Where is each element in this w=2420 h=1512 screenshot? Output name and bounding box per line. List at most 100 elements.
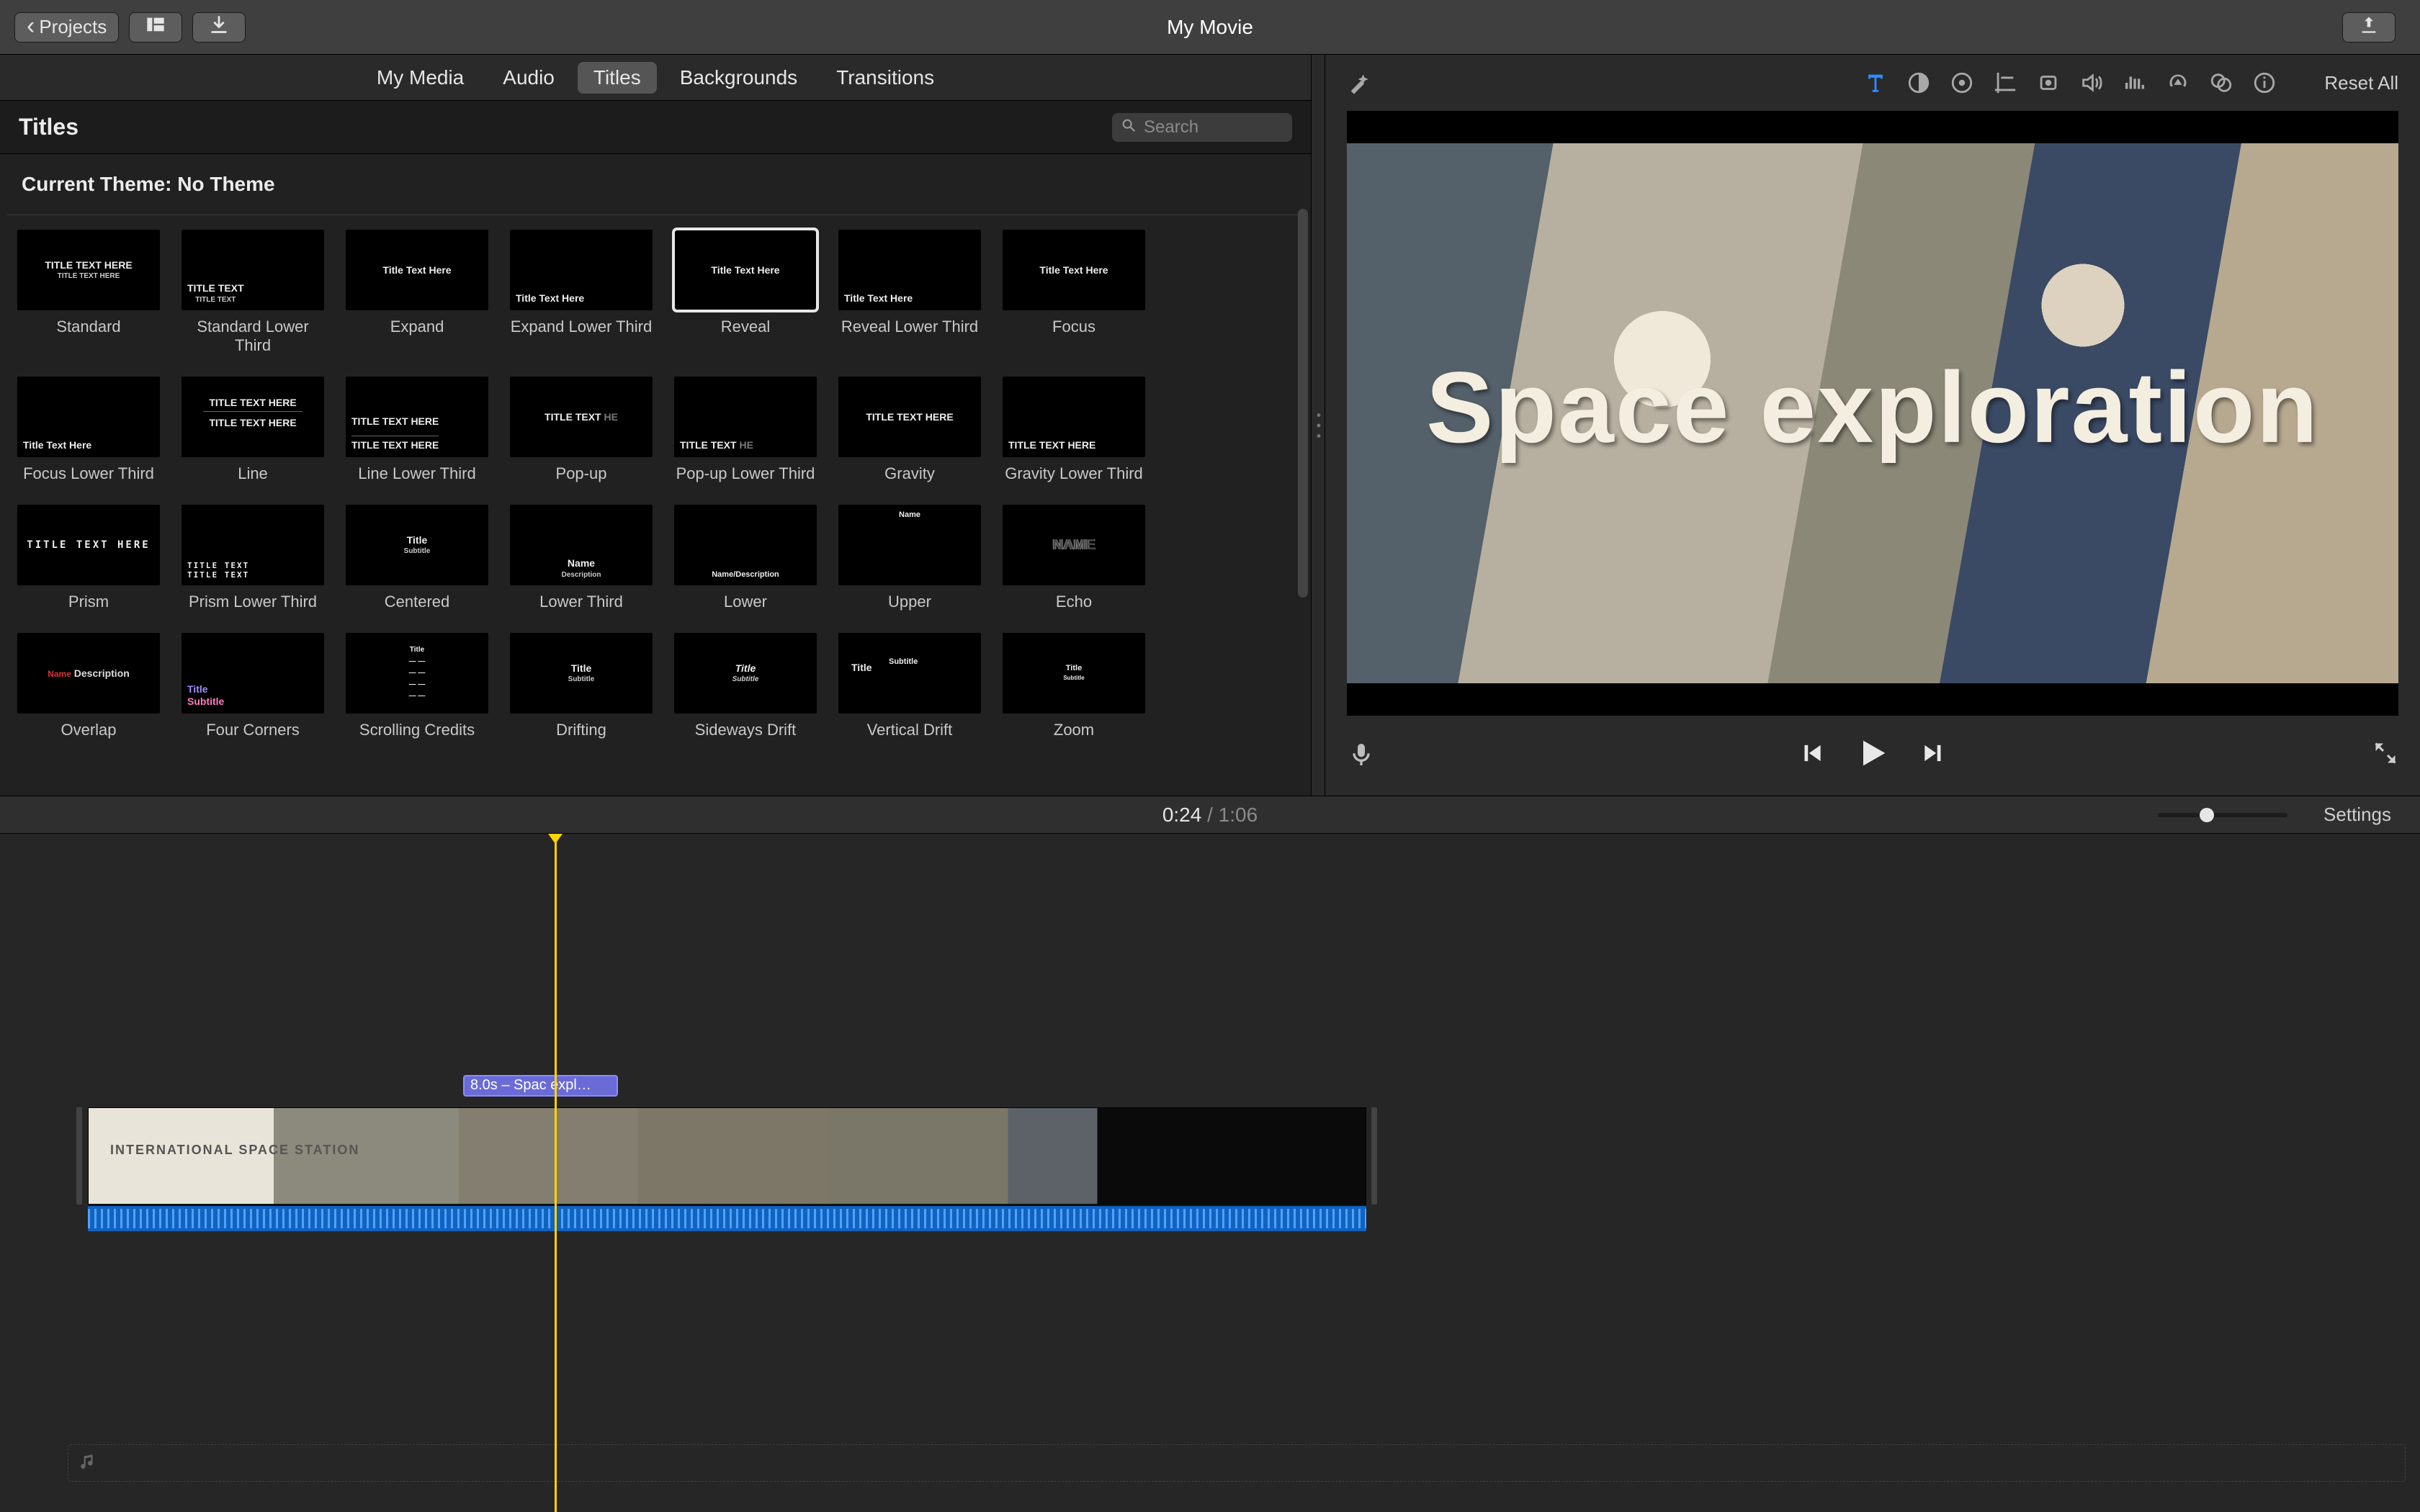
title-item-prism-lower-third[interactable]: TITLE TEXTTITLE TEXT Prism Lower Third <box>182 505 324 611</box>
enhance-wand-button[interactable] <box>1347 71 1371 95</box>
titles-grid: TITLE TEXT HERETITLE TEXT HERE Standard … <box>0 222 1311 747</box>
clip-trim-right[interactable] <box>1371 1107 1377 1205</box>
title-item-popup-lower-third[interactable]: TITLE TEXT HE Pop-up Lower Third <box>674 377 817 483</box>
title-item-prism[interactable]: TITLE TEXT HERE Prism <box>17 505 160 611</box>
color-balance-button[interactable] <box>1906 71 1931 95</box>
share-button[interactable] <box>2342 12 2396 42</box>
title-item-lower-third[interactable]: NameDescription Lower Third <box>510 505 653 611</box>
library-search-input[interactable] <box>1144 117 1367 138</box>
next-frame-button[interactable] <box>1920 739 1948 770</box>
voiceover-button[interactable] <box>1347 740 1376 769</box>
title-item-vertical-drift[interactable]: TitleSubtitle Vertical Drift <box>838 633 981 739</box>
library-section-title: Titles <box>19 114 79 140</box>
import-button[interactable] <box>192 12 246 42</box>
info-button[interactable] <box>2252 71 2277 95</box>
viewer-toolbar: Reset All <box>1325 55 2420 111</box>
library-layout-button[interactable] <box>129 12 182 42</box>
timeline-timecode: 0:24 / 1:06 <box>1162 804 1258 827</box>
title-item-drifting[interactable]: TitleSubtitle Drifting <box>510 633 653 739</box>
search-icon <box>1121 117 1137 137</box>
title-cap: Expand <box>346 318 488 336</box>
tab-audio[interactable]: Audio <box>487 62 570 94</box>
title-cap: Gravity <box>838 464 981 483</box>
library-layout-icon <box>145 14 166 40</box>
share-icon <box>2359 14 2379 40</box>
library-search[interactable] <box>1112 113 1292 142</box>
title-item-line[interactable]: TITLE TEXT HERETITLE TEXT HERE Line <box>182 377 324 483</box>
color-correction-button[interactable] <box>1950 71 1974 95</box>
zoom-slider-knob[interactable] <box>2200 808 2214 822</box>
title-cap: Vertical Drift <box>838 721 981 739</box>
projects-back-label: Projects <box>39 16 107 38</box>
title-item-popup[interactable]: TITLE TEXT HE Pop-up <box>510 377 653 483</box>
timecode-current: 0:24 <box>1162 804 1202 826</box>
title-cap: Upper <box>838 593 981 611</box>
title-item-standard-lower-third[interactable]: TITLE TEXTTITLE TEXT Standard Lower Thir… <box>182 230 324 355</box>
library-scrollbar[interactable] <box>1298 209 1308 598</box>
timeline-zoom: Settings <box>2158 804 2391 826</box>
title-item-focus[interactable]: Title Text Here Focus <box>1003 230 1145 355</box>
preview-title-text[interactable]: Space exploration <box>1426 349 2319 466</box>
splitter-handle-icon <box>1313 397 1325 454</box>
text-tool-button[interactable] <box>1863 71 1888 95</box>
title-item-gravity-lower-third[interactable]: TITLE TEXT HERE Gravity Lower Third <box>1003 377 1145 483</box>
library-tabs: My Media Audio Titles Backgrounds Transi… <box>0 55 1311 101</box>
music-note-icon <box>79 1452 97 1475</box>
timeline-settings-button[interactable]: Settings <box>2323 804 2391 826</box>
title-item-upper[interactable]: Name Upper <box>838 505 981 611</box>
title-item-scrolling-credits[interactable]: Title— —— —— —— — Scrolling Credits <box>346 633 488 739</box>
timeline[interactable]: 8.0s – Spac expl… <box>0 834 2420 1512</box>
title-cap: Standard <box>17 318 160 336</box>
title-item-four-corners[interactable]: TitleSubtitle Four Corners <box>182 633 324 739</box>
projects-back-button[interactable]: Projects <box>14 12 119 42</box>
title-item-reveal-lower-third[interactable]: Title Text Here Reveal Lower Third <box>838 230 981 355</box>
title-cap: Lower Third <box>510 593 653 611</box>
title-item-lower[interactable]: Name/Description Lower <box>674 505 817 611</box>
title-item-echo[interactable]: NAME Echo <box>1003 505 1145 611</box>
title-item-sideways-drift[interactable]: TitleSubtitle Sideways Drift <box>674 633 817 739</box>
crop-button[interactable] <box>1993 71 2017 95</box>
play-button[interactable] <box>1854 734 1891 775</box>
playhead[interactable] <box>555 841 557 1512</box>
title-item-reveal[interactable]: Title Text Here Reveal <box>674 230 817 355</box>
title-item-centered[interactable]: TitleSubtitle Centered <box>346 505 488 611</box>
title-item-overlap[interactable]: Name Description Overlap <box>17 633 160 739</box>
title-item-focus-lower-third[interactable]: Title Text Here Focus Lower Third <box>17 377 160 483</box>
fullscreen-button[interactable] <box>2372 740 2398 770</box>
volume-button[interactable] <box>2079 71 2104 95</box>
audio-clip[interactable] <box>88 1205 1366 1231</box>
panel-splitter[interactable] <box>1311 55 1325 796</box>
title-item-line-lower-third[interactable]: TITLE TEXT HERETITLE TEXT HERE Line Lowe… <box>346 377 488 483</box>
title-cap: Zoom <box>1003 721 1145 739</box>
preview-viewport[interactable]: Space exploration <box>1347 111 2398 716</box>
zoom-slider[interactable] <box>2158 813 2287 817</box>
clip-trim-left[interactable] <box>76 1107 82 1205</box>
title-item-gravity[interactable]: TITLE TEXT HERE Gravity <box>838 377 981 483</box>
title-cap: Line Lower Third <box>346 464 488 483</box>
title-item-expand[interactable]: Title Text Here Expand <box>346 230 488 355</box>
tab-titles[interactable]: Titles <box>578 62 657 94</box>
audio-waveform <box>88 1209 1366 1228</box>
title-item-zoom[interactable]: TitleSubtitle Zoom <box>1003 633 1145 739</box>
reset-all-button[interactable]: Reset All <box>2324 72 2398 94</box>
prev-frame-button[interactable] <box>1798 739 1825 770</box>
tab-my-media[interactable]: My Media <box>361 62 480 94</box>
filter-button[interactable] <box>2209 71 2233 95</box>
video-clip[interactable] <box>88 1107 1366 1205</box>
title-item-expand-lower-third[interactable]: Title Text Here Expand Lower Third <box>510 230 653 355</box>
title-cap: Standard Lower Third <box>182 318 324 355</box>
tab-backgrounds[interactable]: Backgrounds <box>664 62 813 94</box>
tab-transitions[interactable]: Transitions <box>820 62 950 94</box>
title-cap: Focus Lower Third <box>17 464 160 483</box>
title-clip[interactable]: 8.0s – Spac expl… <box>463 1075 618 1097</box>
stabilize-button[interactable] <box>2036 71 2061 95</box>
title-cap: Prism <box>17 593 160 611</box>
library-subheader: Titles <box>0 101 1311 154</box>
speed-button[interactable] <box>2166 71 2190 95</box>
title-item-standard[interactable]: TITLE TEXT HERETITLE TEXT HERE Standard <box>17 230 160 355</box>
movie-title: My Movie <box>1167 16 1253 39</box>
title-cap: Lower <box>674 593 817 611</box>
title-cap: Echo <box>1003 593 1145 611</box>
music-lane[interactable] <box>68 1444 2406 1482</box>
noise-reduce-button[interactable] <box>2123 71 2147 95</box>
